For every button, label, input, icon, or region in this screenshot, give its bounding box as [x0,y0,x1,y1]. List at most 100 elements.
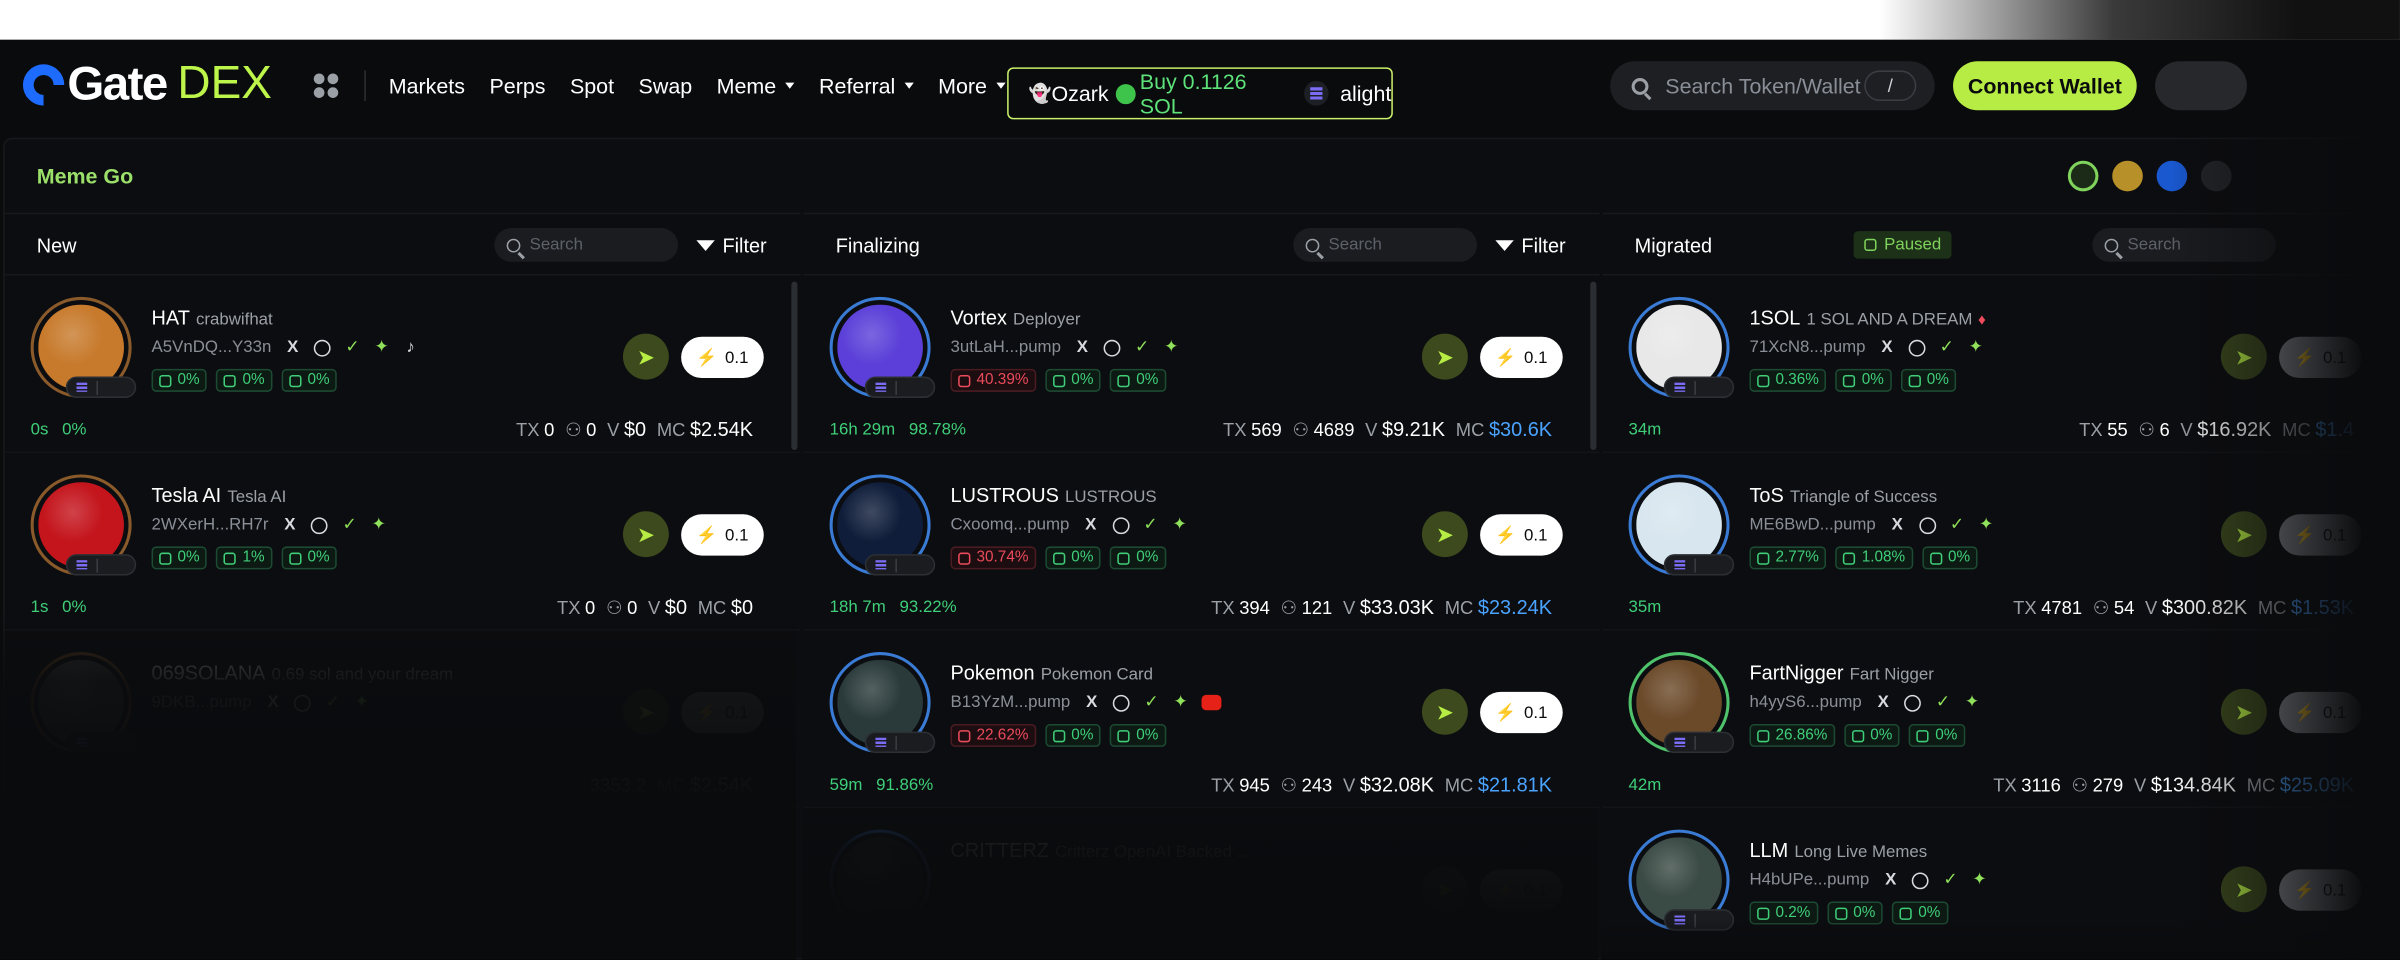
rocket-icon[interactable]: ➤ [1421,511,1468,558]
token-address[interactable]: ME6BwD...pump [1749,516,1875,534]
token-title[interactable]: Tesla AI Tesla AI [152,484,287,507]
filter-label: Filter [1521,234,1566,258]
website-globe-icon[interactable] [1103,339,1121,356]
paused-badge[interactable]: Paused [1853,231,1952,259]
token-title[interactable]: LLM Long Live Memes [1749,839,1927,862]
token-title[interactable]: FartNigger Fart Nigger [1749,661,1933,684]
website-globe-icon[interactable] [1113,694,1130,711]
volume: $33.03K [1359,595,1435,619]
youtube-icon[interactable] [1201,694,1222,711]
rocket-icon[interactable]: ➤ [1421,333,1468,380]
token-symbol: LLM [1749,838,1789,862]
solana-chain-icon[interactable] [2067,160,2099,192]
holders-count: 243 [1301,774,1333,796]
x-twitter-icon[interactable]: X [1890,517,1905,534]
apps-grid-icon[interactable] [313,73,339,98]
quick-buy-button[interactable]: ⚡ 0.1 [681,336,764,379]
x-twitter-icon[interactable]: X [282,517,297,534]
token-title[interactable]: 1SOL 1 SOL AND A DREAM ♦ [1749,306,1985,329]
menu-referral[interactable]: Referral [819,73,914,98]
menu-more[interactable]: More [938,73,1006,98]
token-address[interactable]: 3utLaH...pump [951,338,1061,356]
tx-count: 569 [1251,419,1282,441]
rocket-icon[interactable]: ➤ [1421,688,1468,735]
token-title[interactable]: ToS Triangle of Success [1749,484,1937,507]
x-twitter-icon[interactable]: X [285,339,300,356]
pill-value: 0% [1071,371,1094,389]
token-symbol: 1SOL [1749,306,1801,330]
pill-value: 26.86% [1775,727,1828,744]
website-globe-icon[interactable] [314,339,332,356]
gate-dex-logo[interactable]: Gate DEX [14,54,272,114]
token-address[interactable]: Cxoomq...pump [951,516,1070,534]
bnb-chain-icon[interactable] [2112,160,2143,192]
lightning-icon: ⚡ [1495,348,1517,368]
filter-button[interactable]: Filter [1495,234,1566,258]
quick-buy-button[interactable]: ⚡ 0.1 [1480,691,1563,734]
menu-markets[interactable]: Markets [389,73,465,97]
column-search-input[interactable]: Search [494,228,679,262]
token-address[interactable]: 2WXerH...RH7r [152,516,269,534]
website-globe-icon[interactable] [1912,871,1929,889]
token-card[interactable]: Vortex Deployer 3utLaH...pump X ✓ ✦ 40.39% 0% 0%… [803,276,1600,454]
chef-icon [1851,729,1865,742]
token-card[interactable]: HAT crabwifhat A5VnDQ...Y33n X ✓ ✦ ♪ 0% 0% 0% ➤ ⚡ 0.… [4,276,801,454]
token-address[interactable]: h4yyS6...pump [1749,693,1861,711]
token-age: 59m [829,776,863,795]
paused-label: Paused [1884,235,1942,255]
x-twitter-icon[interactable]: X [1083,517,1098,534]
token-title[interactable]: Pokemon Pokemon Card [951,661,1153,684]
x-twitter-icon[interactable]: X [1876,694,1891,711]
token-address[interactable]: A5VnDQ...Y33n [152,338,272,356]
pill-value: 1% [242,549,265,567]
website-globe-icon[interactable] [1904,694,1922,711]
connect-wallet-button[interactable]: Connect Wallet [1953,61,2137,111]
fade-overlay [802,795,1598,960]
pill-value: 0.36% [1775,371,1819,389]
quick-buy-button[interactable]: ⚡ 0.1 [1480,514,1563,556]
token-address[interactable]: H4bUPe...pump [1749,871,1869,889]
ticker-user: Ozark [1051,81,1109,106]
token-address[interactable]: B13YzM...pump [951,693,1071,711]
token-address[interactable]: 71XcN8...pump [1749,338,1865,356]
pill-value: 0% [1870,727,1893,744]
menu-swap[interactable]: Swap [639,73,693,97]
filter-button[interactable]: Filter [696,234,767,257]
top10-holders-pill: 0% [151,546,208,570]
pill-value: 0% [307,371,330,389]
account-button[interactable] [2155,61,2247,111]
menu-spot[interactable]: Spot [570,73,614,97]
website-globe-icon[interactable] [1918,516,1936,534]
token-title[interactable]: LUSTROUS LUSTROUS [951,484,1157,507]
x-twitter-icon[interactable]: X [1075,339,1090,356]
quick-buy-button[interactable]: ⚡ 0.1 [1480,336,1563,379]
menu-meme[interactable]: Meme [717,73,795,98]
token-title[interactable]: HAT crabwifhat [152,306,273,329]
x-twitter-icon[interactable]: X [1879,339,1894,356]
live-trade-ticker[interactable]: 👻 Ozark Buy 0.1126 SOL alight [1007,67,1393,120]
pill-value: 0% [1136,727,1159,744]
search-placeholder: Search Token/Wallet [1665,73,1861,98]
token-title[interactable]: Vortex Deployer [951,306,1081,329]
token-card[interactable]: Tesla AI Tesla AI 2WXerH...RH7r X ✓ ✦ 0% 1% 0% ➤ ⚡… [4,453,801,631]
website-globe-icon[interactable] [1908,339,1926,356]
rocket-icon[interactable]: ➤ [622,333,669,380]
menu-perps[interactable]: Perps [489,73,545,97]
website-globe-icon[interactable] [311,516,329,534]
website-globe-icon[interactable] [1112,516,1130,534]
lightning-icon: ⚡ [1495,526,1517,545]
column-search-input[interactable]: Search [1293,228,1478,262]
quick-buy-button[interactable]: ⚡ 0.1 [681,514,764,556]
x-twitter-icon[interactable]: X [1883,872,1898,889]
sparkle-icon: ✦ [1972,870,1987,890]
pill-value: 0% [1071,727,1094,744]
tiktok-icon[interactable]: ♪ [403,339,418,356]
token-card[interactable]: Pokemon Pokemon Card B13YzM...pump X ✓ ✦ 22.62… [803,631,1600,809]
search-input[interactable]: Search Token/Wallet / [1610,61,1935,111]
column-header: Finalizing Search Filter [803,214,1600,276]
pill-value: 0% [1071,549,1094,567]
rocket-icon[interactable]: ➤ [622,511,669,558]
market-cap: $21.81K [1477,772,1553,796]
token-card[interactable]: LUSTROUS LUSTROUS Cxoomq...pump X ✓ ✦ 30.74% 0%… [803,453,1600,631]
x-twitter-icon[interactable]: X [1084,694,1099,711]
